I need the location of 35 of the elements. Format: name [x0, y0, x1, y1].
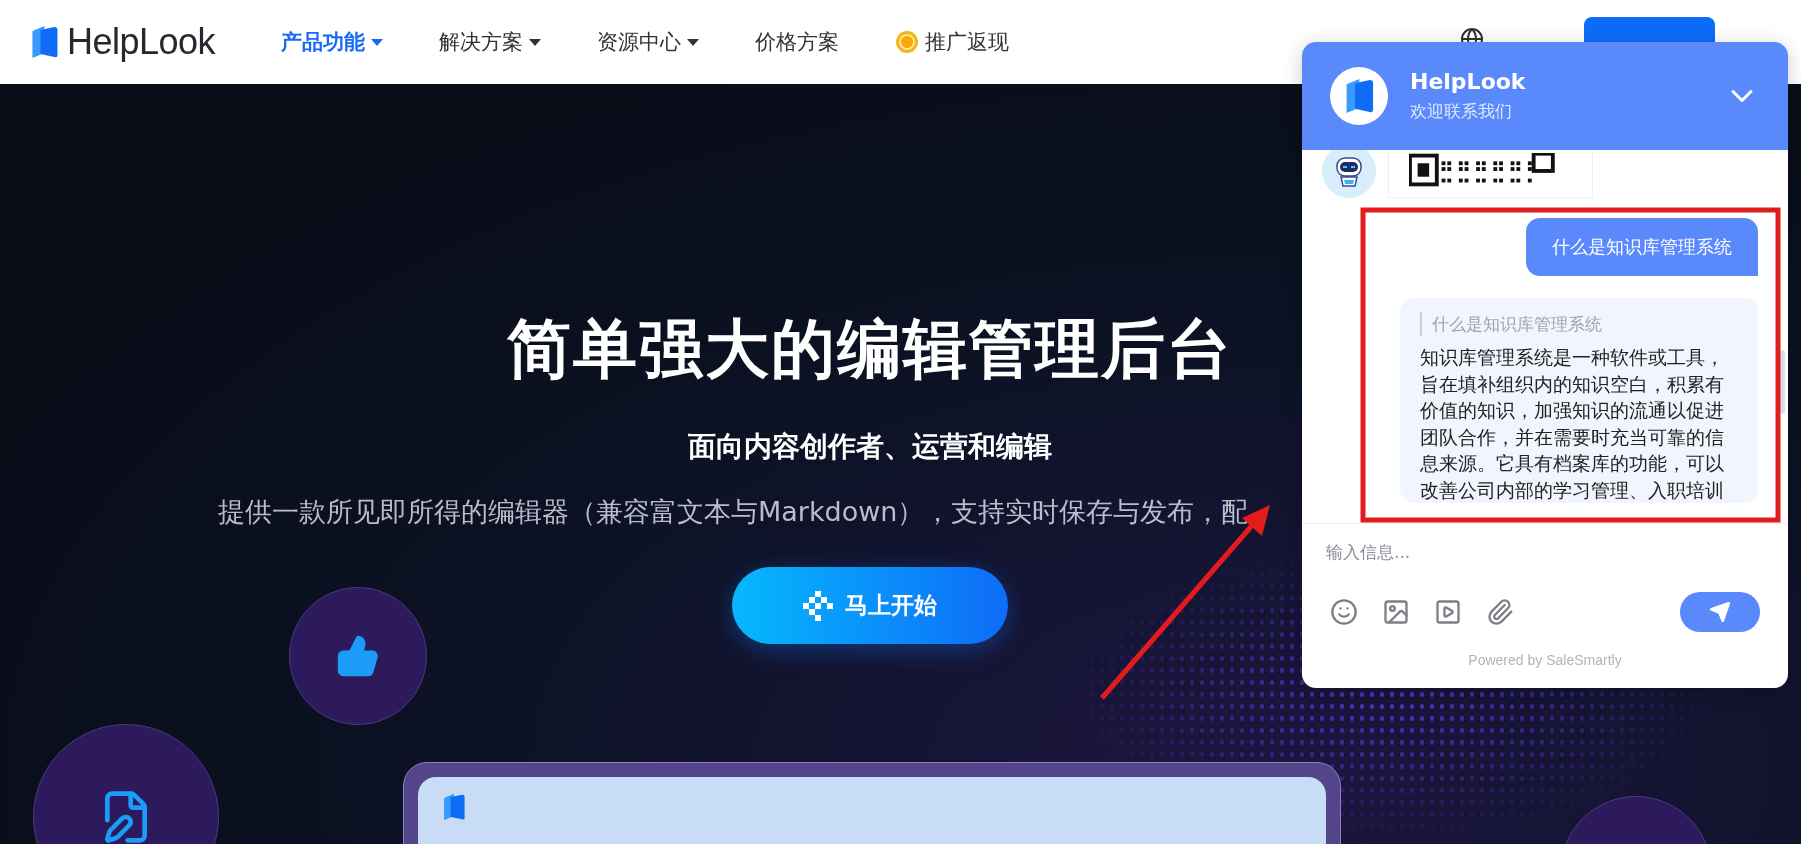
attach-button[interactable]	[1486, 598, 1514, 626]
hero-subtitle: 面向内容创作者、运营和编辑	[688, 429, 1052, 465]
nav-link[interactable]: 解决方案	[439, 28, 541, 56]
powered-by: Powered by SaleSmartly	[1467, 652, 1623, 668]
thumbs-up-icon	[336, 634, 380, 678]
caret-icon	[687, 38, 699, 46]
emoji-button[interactable]	[1330, 598, 1358, 626]
nav-link[interactable]: 推广返现	[895, 28, 1009, 56]
nav-link[interactable]: 产品功能	[281, 28, 383, 56]
caret-icon	[371, 38, 383, 46]
scrollbar[interactable]	[1780, 350, 1785, 414]
chat-title: HelpLook	[1410, 69, 1527, 94]
nav-link[interactable]: 资源中心	[597, 28, 699, 56]
hero-description: 提供一款所见即所得的编辑器（兼容富文本与Markdown），支持实时保存与发布，配	[218, 495, 1249, 529]
hero-title: 简单强大的编辑管理后台	[507, 311, 1233, 388]
globe-icon[interactable]	[1460, 27, 1484, 42]
message-input[interactable]: 输入信息...	[1302, 523, 1788, 580]
robot-avatar-icon	[1322, 150, 1376, 198]
chat-subtitle: 欢迎联系我们	[1410, 100, 1513, 123]
user-message: 什么是知识库管理系统	[1526, 218, 1758, 276]
logo-icon	[30, 25, 59, 59]
caret-icon	[529, 38, 541, 46]
start-button[interactable]	[1584, 17, 1715, 42]
nav-link[interactable]: 价格方案	[755, 28, 839, 56]
quoted-question: 什么是知识库管理系统	[1420, 312, 1738, 336]
video-button[interactable]	[1434, 598, 1462, 626]
brand-name: HelpLook	[66, 21, 215, 63]
answer-text: 知识库管理系统是一种软件或工具，旨在填补组织内的知识空白，积累有价值的知识，加强知识的流通以促进团队合作，并在需要时充当可靠的信息来源。它具有档案库的功能，可以改善公司内部的学习管理、入职培训	[1420, 345, 1724, 503]
image-button[interactable]	[1382, 598, 1410, 626]
send-icon	[1709, 601, 1731, 623]
logo-icon	[442, 793, 466, 821]
coin-icon	[895, 30, 919, 54]
start-now-button[interactable]: 马上开始	[732, 567, 1008, 644]
send-button[interactable]	[1680, 592, 1760, 632]
pixel-logo-icon	[803, 590, 833, 621]
